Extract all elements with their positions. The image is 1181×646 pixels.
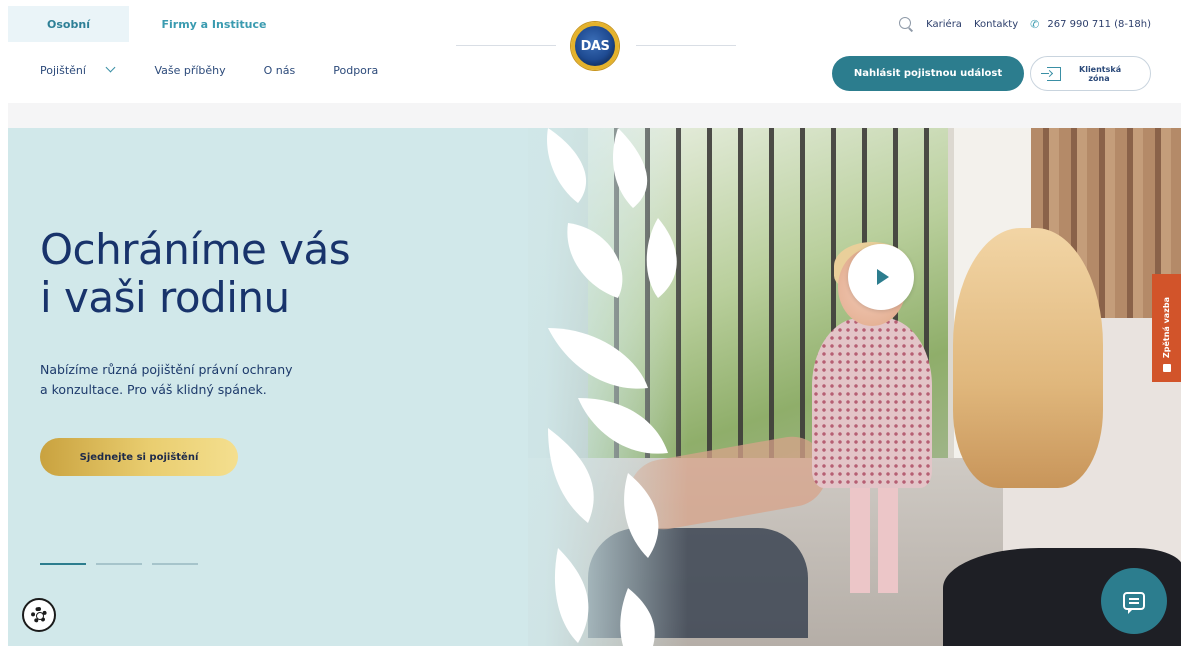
slide-dot-1[interactable] <box>40 563 86 565</box>
phone-icon: ✆ <box>1030 17 1040 31</box>
nav-stories[interactable]: Vaše příběhy <box>154 64 225 77</box>
hero-title-line2: i vaši rodinu <box>40 273 290 322</box>
phone-number: 267 990 711 (8-18h) <box>1047 18 1151 30</box>
segment-tabs: Osobní Firmy a Instituce <box>8 6 299 42</box>
feedback-label: Zpětná vazba <box>1162 296 1171 358</box>
slider-pagination <box>40 563 198 565</box>
child-dress <box>812 318 932 488</box>
career-link[interactable]: Kariéra <box>926 19 962 30</box>
report-claim-button[interactable]: Nahlásit pojistnou událost <box>832 56 1024 91</box>
das-logo[interactable]: DAS <box>571 22 619 70</box>
logo-divider-right <box>636 45 736 46</box>
child-legs <box>850 483 898 593</box>
accessibility-settings-button[interactable] <box>22 598 56 632</box>
nav-about[interactable]: O nás <box>264 64 296 77</box>
main-nav: Pojištění Vaše příběhy O nás Podpora <box>40 62 378 77</box>
header-subbar <box>8 103 1181 128</box>
logo-divider-left <box>456 45 556 46</box>
login-icon <box>1041 66 1061 81</box>
gear-icon <box>31 607 47 623</box>
slide-dot-2[interactable] <box>96 563 142 565</box>
nav-insurance[interactable]: Pojištění <box>40 62 116 77</box>
phone-link[interactable]: ✆ 267 990 711 (8-18h) <box>1030 18 1151 31</box>
search-icon[interactable] <box>898 16 914 32</box>
site-header: Osobní Firmy a Instituce Kariéra Kontakt… <box>8 6 1181 103</box>
get-insurance-button[interactable]: Sjednejte si pojištění <box>40 438 238 476</box>
chat-button[interactable] <box>1101 568 1167 634</box>
play-icon <box>877 269 889 285</box>
hero-subtitle: Nabízíme různá pojištění právní ochrany … <box>40 360 360 400</box>
contacts-link[interactable]: Kontakty <box>974 19 1018 30</box>
hero-title: Ochráníme vás i vaši rodinu <box>40 226 500 322</box>
leaf-decoration <box>547 128 677 646</box>
woman-hair <box>953 228 1103 488</box>
client-zone-label: Klientská zóna <box>1079 64 1122 83</box>
tab-personal[interactable]: Osobní <box>8 6 129 42</box>
utility-bar: Kariéra Kontakty ✆ 267 990 711 (8-18h) <box>898 16 1151 32</box>
play-video-button[interactable] <box>848 244 914 310</box>
client-zone-button[interactable]: Klientská zóna <box>1030 56 1151 91</box>
hero-subtitle-line2: a konzultace. Pro váš klidný spánek. <box>40 382 267 397</box>
feedback-icon <box>1162 364 1171 372</box>
chat-icon <box>1123 592 1145 614</box>
tab-companies[interactable]: Firmy a Instituce <box>129 6 299 42</box>
chevron-down-icon <box>105 62 116 73</box>
feedback-tab[interactable]: Zpětná vazba <box>1152 274 1181 382</box>
hero-banner: Ochráníme vás i vaši rodinu Nabízíme růz… <box>8 128 1181 646</box>
nav-support[interactable]: Podpora <box>333 64 378 77</box>
nav-insurance-label: Pojištění <box>40 64 86 77</box>
slide-dot-3[interactable] <box>152 563 198 565</box>
hero-title-line1: Ochráníme vás <box>40 225 351 274</box>
hero-subtitle-line1: Nabízíme různá pojištění právní ochrany <box>40 362 293 377</box>
